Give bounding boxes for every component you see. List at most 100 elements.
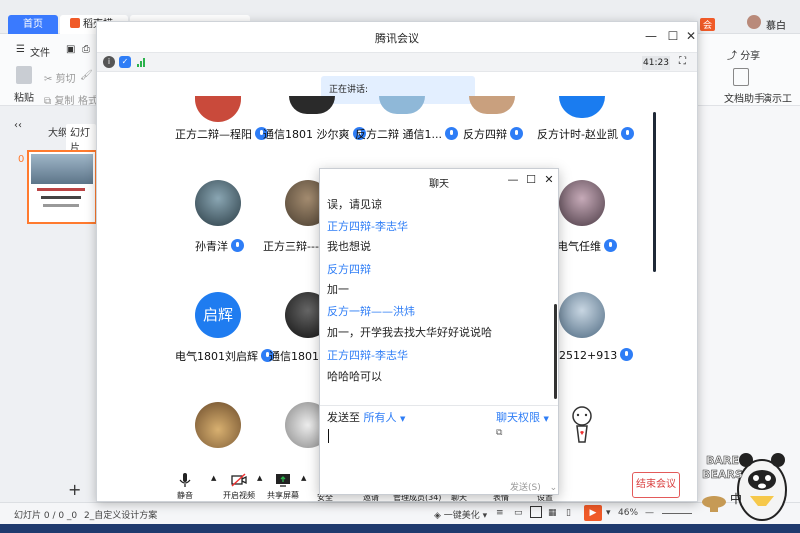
fullscreen-icon[interactable]: ⛶ [679,56,686,67]
participant-name[interactable]: 电气1801刘启辉 [175,348,274,364]
info-icon[interactable]: i [103,56,115,68]
meeting-info-bar: i ✓ 41:23 ⛶ [97,52,697,72]
add-slide-button[interactable]: + [68,480,81,499]
participant-avatar[interactable] [559,292,605,338]
participant-name[interactable]: 反方计时-赵业凯 [537,126,634,142]
share-screen-label: 共享屏幕 [267,491,299,500]
participant-avatar[interactable] [469,96,515,114]
mute-dropdown-icon[interactable]: ▲ [211,474,216,482]
video-dropdown-icon[interactable]: ▲ [257,474,262,482]
maximize-icon[interactable]: ☐ [665,28,681,44]
participant-name[interactable]: 反方四辩 [463,126,523,142]
share-button[interactable]: ⤴ 分享 [727,47,760,62]
present-tools-button[interactable]: 演示工 [762,90,792,105]
chat-messages[interactable]: 误，请见谅 正方四辩-李志华 我也想说 反方四辩 加一 反方一辩——洪炜 加一，… [320,191,558,401]
slide-thumbnail[interactable] [27,150,97,224]
tab-home[interactable]: 首页 [8,15,58,34]
send-options-icon[interactable]: ⌄ [550,483,558,493]
share-screen-button[interactable]: 共享屏幕 [267,472,299,501]
bear-sticker: BARE BEARS 中 [700,440,790,522]
participant-avatar[interactable] [289,96,335,114]
copy-button[interactable]: ⧉ 复制 [44,92,74,107]
format-brush-button[interactable]: 🖌 [80,70,93,81]
grid-view-icon[interactable]: ▦ [548,508,557,518]
doc-helper-button[interactable]: 文档助手 [724,90,764,105]
beautify-button[interactable]: ◈ 一键美化 ▾ [434,508,487,521]
participant-name[interactable]: 2512+913 [559,348,634,364]
participant-avatar[interactable]: 启辉 [195,292,241,338]
participant-label: 反方计时-赵业凯 [537,128,618,141]
close-icon[interactable]: ✕ [683,28,699,44]
signal-icon[interactable] [137,58,147,67]
participant-label: 通信1801 沙尔爽 [263,128,350,141]
participant-label: 电气任维 [557,240,601,253]
shield-icon[interactable]: ✓ [119,56,131,68]
paste-button[interactable]: 粘贴 [14,89,34,104]
chat-title: 聊天 [429,179,449,190]
play-icon[interactable]: ▶ [584,505,602,521]
slide-number: 0 [18,154,25,165]
zoom-slider[interactable] [662,513,692,514]
reading-view-icon[interactable]: ▯ [566,508,571,518]
chat-panel: 聊天 — ☐ ✕ 误，请见谅 正方四辩-李志华 我也想说 反方四辩 加一 反方一… [319,168,559,495]
chat-input[interactable] [320,425,558,475]
sticker-avatar[interactable] [559,402,605,448]
minimize-icon[interactable]: — [643,28,659,44]
meeting-titlebar: 腾讯会议 — ☐ ✕ [97,22,697,52]
status-bar: 幻灯片 0 / 0 _0 2_自定义设计方案 ◈ 一键美化 ▾ ≡ ▭ ▦ ▯ … [0,502,800,524]
ime-indicator[interactable]: 中 [730,490,742,507]
play-dropdown-icon[interactable]: ▾ [606,508,611,518]
chat-close-icon[interactable]: ✕ [542,173,556,187]
mute-label: 静音 [177,491,193,500]
participant-avatar[interactable] [195,402,241,448]
mute-button[interactable]: 静音 [177,472,193,501]
participant-name[interactable]: 正方二辩—程阳 [175,126,268,142]
menu-icon[interactable]: ☰ [16,44,25,55]
comment-icon[interactable]: ▭ [514,508,523,518]
participant-avatar[interactable] [379,96,425,114]
participant-name[interactable]: 反方二辩 通信1... [355,126,458,142]
video-button[interactable]: 开启视频 [223,472,255,501]
participant-avatar[interactable] [559,180,605,226]
mic-icon [620,127,634,140]
format-label[interactable]: 格式 [78,92,98,107]
collapse-panel-icon[interactable]: ‹‹ [14,120,22,131]
chat-minimize-icon[interactable]: — [506,173,520,187]
chevron-down-icon: ▼ [400,415,406,423]
sticker-text-top: BARE [706,454,739,468]
vip-badge-icon[interactable]: 会 [700,18,716,31]
paste-icon[interactable] [16,66,32,84]
print-icon[interactable]: ⎙ [82,44,90,55]
participant-name[interactable]: 电气任维 [557,238,617,254]
send-to-selector[interactable]: 发送至 所有人 ▼ [327,409,405,425]
chat-scrollbar[interactable] [554,304,557,399]
user-name: 慕白 [766,21,786,32]
thumbnail-line [41,196,81,199]
avatar[interactable] [747,15,761,29]
microphone-icon [177,472,193,488]
tab-outline[interactable]: 大纲 [48,124,68,139]
file-menu[interactable]: 文件 [30,44,50,59]
chat-maximize-icon[interactable]: ☐ [524,173,538,187]
zoom-out-icon[interactable]: — [645,508,654,518]
participant-name[interactable]: 通信1801 沙尔爽 [263,126,366,142]
mic-icon [231,239,244,252]
participant-name[interactable]: 孙青洋 [195,238,244,254]
participant-avatar[interactable] [559,96,605,118]
save-icon[interactable]: ▣ [66,44,75,55]
participant-avatar[interactable] [195,180,241,226]
end-meeting-button[interactable]: 结束会议 [632,472,680,498]
doc-helper-icon[interactable] [733,68,749,86]
normal-view-icon[interactable] [530,506,542,518]
send-to-value: 所有人 [363,411,397,424]
share-label: 分享 [740,51,761,62]
participant-avatar[interactable] [195,96,241,122]
cut-button[interactable]: ✂ 剪切 [44,70,76,85]
meeting-timer: 41:23 [642,56,670,70]
share-dropdown-icon[interactable]: ▲ [301,474,306,482]
send-button[interactable]: 发送(S) ⌄ [510,480,557,493]
chat-message: 加一 [327,283,349,296]
grid-scrollbar[interactable] [653,112,656,272]
chat-permission-label: 聊天权限 [496,411,540,424]
notes-icon[interactable]: ≡ [496,508,504,518]
